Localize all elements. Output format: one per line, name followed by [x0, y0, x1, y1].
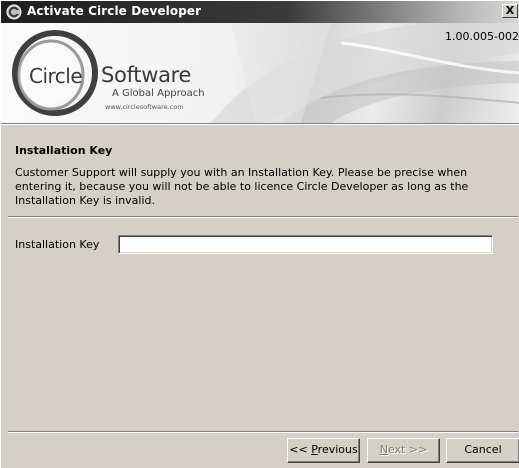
previous-button[interactable]: << Previous — [287, 438, 360, 463]
cancel-button-label: Cancel — [464, 443, 502, 456]
logo-software-text: Software — [101, 63, 192, 87]
banner-divider — [1, 123, 519, 125]
logo-circle-text: Circle — [29, 64, 83, 88]
logo-tagline: A Global Approach — [112, 88, 205, 99]
close-button[interactable]: X — [502, 4, 518, 18]
circle-software-app-icon — [6, 4, 22, 20]
header-banner: Circle Software A Global Approach www.ci… — [1, 23, 519, 123]
next-button-mnemonic: N — [379, 443, 388, 456]
installation-key-label: Installation Key — [15, 238, 100, 251]
title-bar[interactable]: Activate Circle Developer X — [1, 1, 519, 23]
page-description: Customer Support will supply you with an… — [15, 166, 469, 207]
window-title: Activate Circle Developer — [27, 4, 202, 18]
button-bar-divider — [8, 431, 518, 433]
previous-button-prefix: << — [289, 443, 312, 456]
previous-button-label: revious — [317, 443, 358, 456]
logo-url: www.circlesoftware.com — [105, 103, 184, 111]
page-heading: Installation Key — [15, 144, 113, 157]
next-button[interactable]: Next >> — [367, 438, 440, 463]
cancel-button[interactable]: Cancel — [446, 438, 519, 463]
activation-dialog: Activate Circle Developer X Circle Softw… — [0, 0, 519, 468]
content-divider — [8, 216, 518, 218]
next-button-label: ext >> — [387, 443, 428, 456]
version-label: 1.00.005-002 — [445, 30, 519, 43]
installation-key-input[interactable] — [118, 235, 493, 254]
close-icon: X — [505, 4, 515, 17]
